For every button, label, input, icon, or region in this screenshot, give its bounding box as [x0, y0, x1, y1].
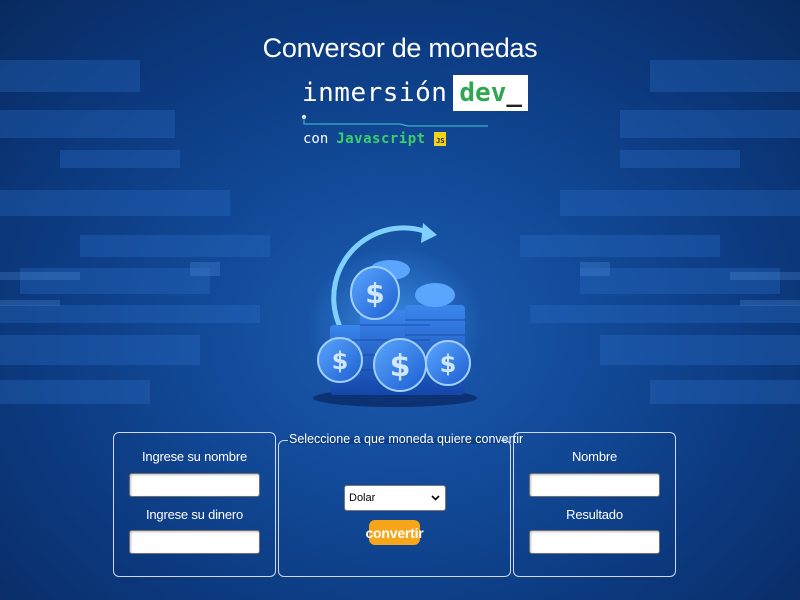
page-title: Conversor de monedas	[262, 33, 538, 63]
con-word: con	[303, 131, 329, 147]
brand-cursor: _	[506, 78, 523, 108]
brand-dev-badge: dev_	[453, 75, 529, 111]
coin-dollar-symbol: $	[365, 277, 384, 310]
currency-fieldset-legend: Seleccione a que moneda quiere convertir	[289, 432, 524, 446]
javascript-word: Javascript	[336, 131, 426, 147]
money-input-label: Ingrese su dinero	[145, 507, 244, 522]
chevron-down-icon	[431, 495, 440, 501]
convert-button[interactable]: convertir	[365, 520, 424, 545]
name-input[interactable]	[129, 473, 260, 497]
result-value-label: Resultado	[566, 507, 623, 522]
brand-logo: inmersión dev_	[302, 74, 529, 112]
coin-dollar-symbol: $	[332, 347, 349, 375]
brand-dev-text: dev	[459, 78, 507, 108]
js-badge-icon: JS	[433, 132, 446, 146]
currency-select[interactable]: Dolar	[344, 485, 446, 511]
result-name-label: Nombre	[571, 449, 618, 464]
name-input-label: Ingrese su nombre	[142, 449, 247, 464]
coin-dollar-symbol: $	[390, 349, 411, 384]
currency-select-value: Dolar	[349, 492, 376, 504]
coin-dollar-symbol: $	[440, 350, 457, 378]
result-name-field[interactable]	[529, 473, 660, 497]
coins-stack-icon: $ $ $ $	[307, 223, 483, 407]
result-value-field[interactable]	[529, 530, 660, 554]
brand-word: inmersión	[302, 78, 448, 108]
money-input[interactable]	[129, 530, 260, 554]
circuit-line-icon	[302, 115, 488, 127]
con-javascript-row: con Javascript JS	[303, 131, 446, 147]
